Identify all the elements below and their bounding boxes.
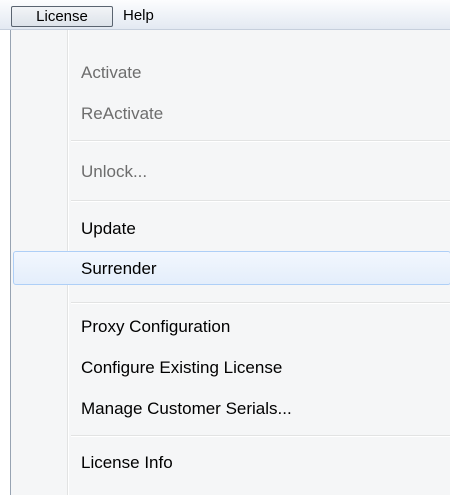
menu-separator (71, 140, 450, 142)
menu-license[interactable]: License (11, 6, 113, 27)
menu-separator (71, 435, 450, 437)
menu-item-label: Proxy Configuration (81, 317, 231, 336)
menu-item-proxy-configuration[interactable]: Proxy Configuration (11, 310, 450, 344)
menu-item-unlock[interactable]: Unlock... (11, 155, 450, 189)
menu-item-label: Unlock... (81, 162, 148, 181)
menu-item-license-info[interactable]: License Info (11, 446, 450, 480)
menu-item-label: License Info (81, 453, 173, 472)
menu-item-label: Activate (81, 63, 142, 82)
menu-separator (71, 200, 450, 202)
menu-item-surrender[interactable]: Surrender (13, 251, 450, 285)
menu-item-label: Configure Existing License (81, 358, 283, 377)
menu-separator (71, 302, 450, 304)
menu-item-label: Surrender (81, 259, 157, 278)
menu-item-manage-customer-serials[interactable]: Manage Customer Serials... (11, 392, 450, 426)
menu-item-label: Manage Customer Serials... (81, 399, 292, 418)
menu-item-label: Update (81, 219, 136, 238)
menu-bar: License Help (0, 0, 450, 30)
menu-item-configure-existing-license[interactable]: Configure Existing License (11, 351, 450, 385)
license-dropdown-menu: Activate ReActivate Unlock... Update Sur… (10, 30, 450, 495)
menu-item-label: ReActivate (81, 104, 164, 123)
menu-item-reactivate[interactable]: ReActivate (11, 97, 450, 131)
menu-item-activate[interactable]: Activate (11, 56, 450, 90)
menu-item-update[interactable]: Update (11, 212, 450, 246)
menu-help[interactable]: Help (120, 7, 180, 25)
